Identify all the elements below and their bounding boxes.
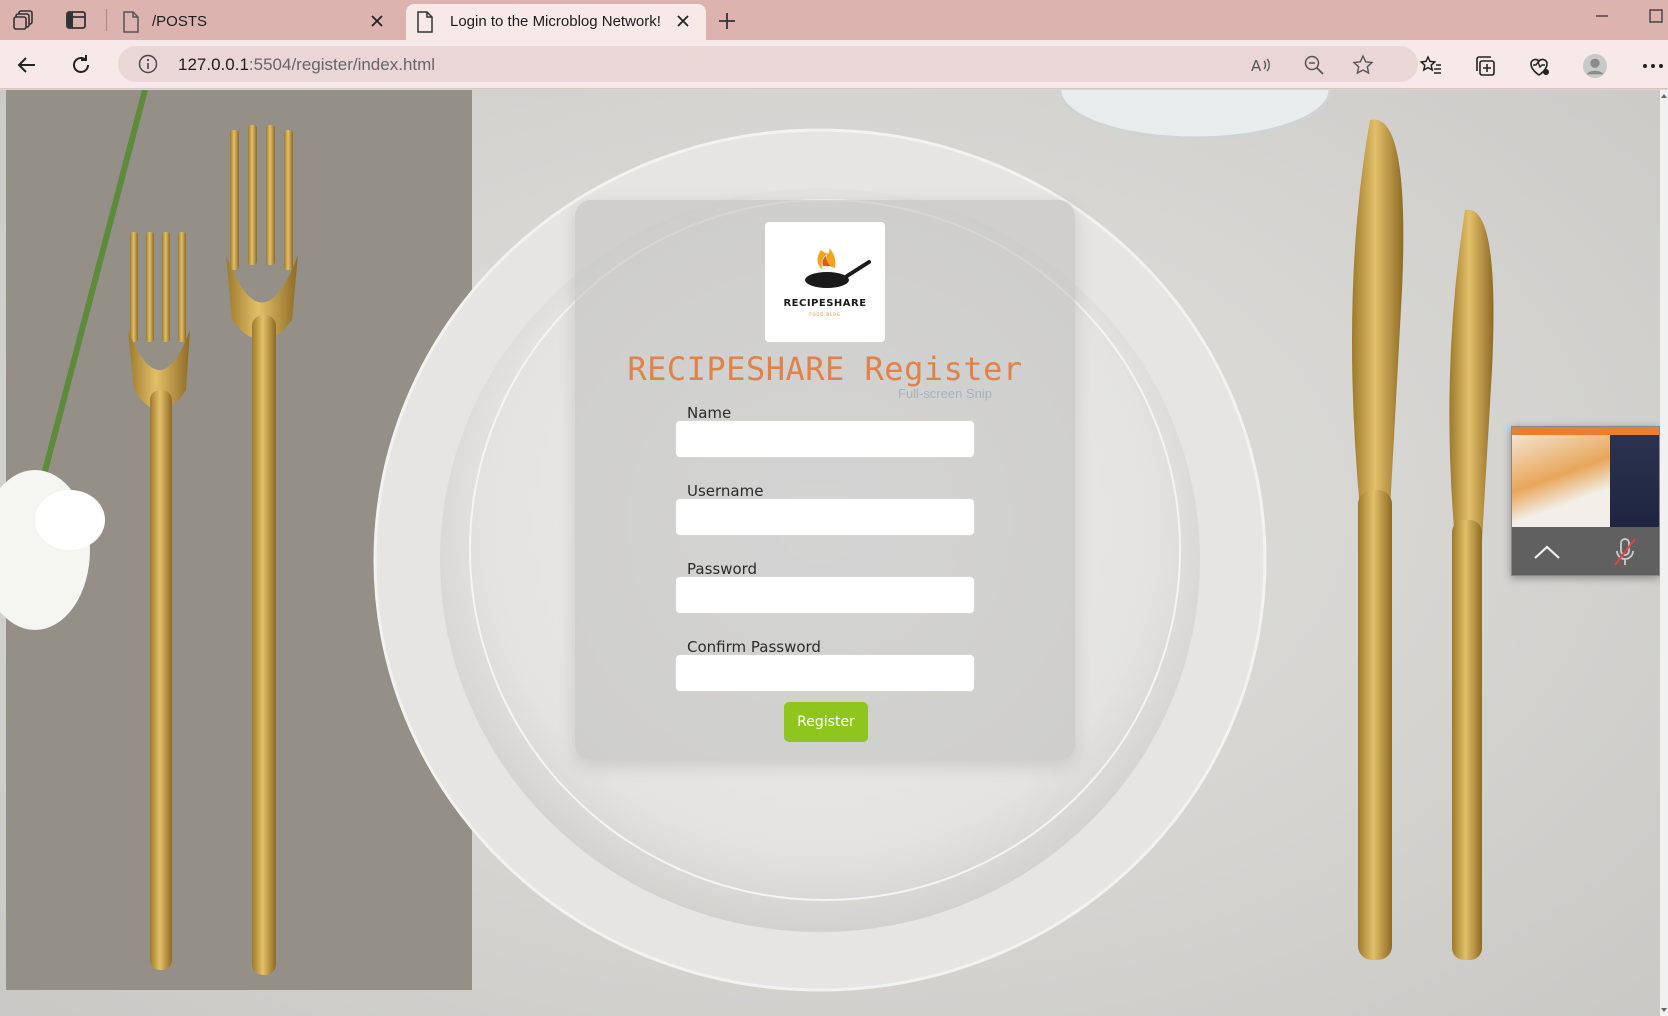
- more-icon[interactable]: [1640, 53, 1666, 79]
- confirm-password-input[interactable]: [675, 654, 975, 692]
- tab-separator: [106, 9, 107, 31]
- read-aloud-icon[interactable]: A: [1250, 54, 1272, 76]
- pan-flame-icon: [805, 248, 871, 288]
- new-tab-icon[interactable]: [714, 8, 740, 34]
- snip-tooltip-text: Full-screen Snip: [898, 386, 992, 401]
- mic-off-icon[interactable]: [1610, 537, 1640, 567]
- close-icon[interactable]: [672, 10, 694, 32]
- tab-posts[interactable]: /POSTS: [112, 4, 400, 40]
- page-icon: [122, 11, 142, 33]
- screen-capture-preview[interactable]: [1511, 426, 1660, 576]
- address-bar[interactable]: 127.0.0.1:5504/register/index.html A: [118, 46, 1418, 82]
- tab-title: Login to the Microblog Network!: [450, 13, 661, 30]
- zoom-out-icon[interactable]: [1303, 54, 1325, 76]
- username-input[interactable]: [675, 498, 975, 536]
- url-path: :5504/register/index.html: [248, 55, 436, 74]
- browser-toolbar: 127.0.0.1:5504/register/index.html A: [0, 40, 1668, 89]
- maximize-icon[interactable]: [1646, 6, 1666, 26]
- minimize-icon[interactable]: [1592, 6, 1612, 26]
- collections-icon[interactable]: [1472, 53, 1498, 79]
- page-icon: [416, 11, 436, 33]
- page-scrollbar[interactable]: [1660, 90, 1668, 1016]
- recipeshare-logo: RECIPESHARE FOOD BLOG: [765, 222, 885, 342]
- tab-microblog-login[interactable]: Login to the Microblog Network!: [406, 4, 706, 40]
- preview-code-pane: [1610, 435, 1659, 527]
- name-input[interactable]: [675, 420, 975, 458]
- scroll-up-icon[interactable]: [1660, 92, 1668, 100]
- preview-header: [1512, 427, 1659, 435]
- browser-essentials-icon[interactable]: [1526, 53, 1552, 79]
- svg-text:A: A: [1251, 57, 1262, 75]
- refresh-icon[interactable]: [66, 50, 96, 80]
- tab-bar: /POSTS Login to the Microblog Network!: [0, 0, 1668, 40]
- logo-tagline: FOOD BLOG: [809, 312, 841, 317]
- workspaces-icon[interactable]: [12, 8, 36, 32]
- logo-brand-text: RECIPESHARE: [783, 298, 867, 309]
- password-input[interactable]: [675, 576, 975, 614]
- preview-food-image: [1512, 435, 1610, 527]
- favorites-icon[interactable]: [1418, 53, 1444, 79]
- url-host: 127.0.0.1: [178, 55, 249, 74]
- favorite-star-icon[interactable]: [1352, 54, 1374, 76]
- profile-icon[interactable]: [1582, 53, 1608, 79]
- page-title: RECIPESHARE Register: [627, 350, 1023, 388]
- chevron-up-icon[interactable]: [1532, 537, 1562, 567]
- back-icon[interactable]: [12, 50, 42, 80]
- page-viewport: RECIPESHARE FOOD BLOG RECIPESHARE Regist…: [0, 90, 1660, 1016]
- tab-actions-icon[interactable]: [64, 8, 88, 32]
- close-icon[interactable]: [366, 10, 388, 32]
- register-button[interactable]: Register: [784, 702, 868, 742]
- info-icon[interactable]: [138, 54, 158, 74]
- tab-title: /POSTS: [152, 13, 208, 30]
- register-form-card: RECIPESHARE FOOD BLOG RECIPESHARE Regist…: [575, 200, 1075, 760]
- url-text: 127.0.0.1:5504/register/index.html: [178, 55, 435, 75]
- scroll-down-icon[interactable]: [1660, 1006, 1668, 1014]
